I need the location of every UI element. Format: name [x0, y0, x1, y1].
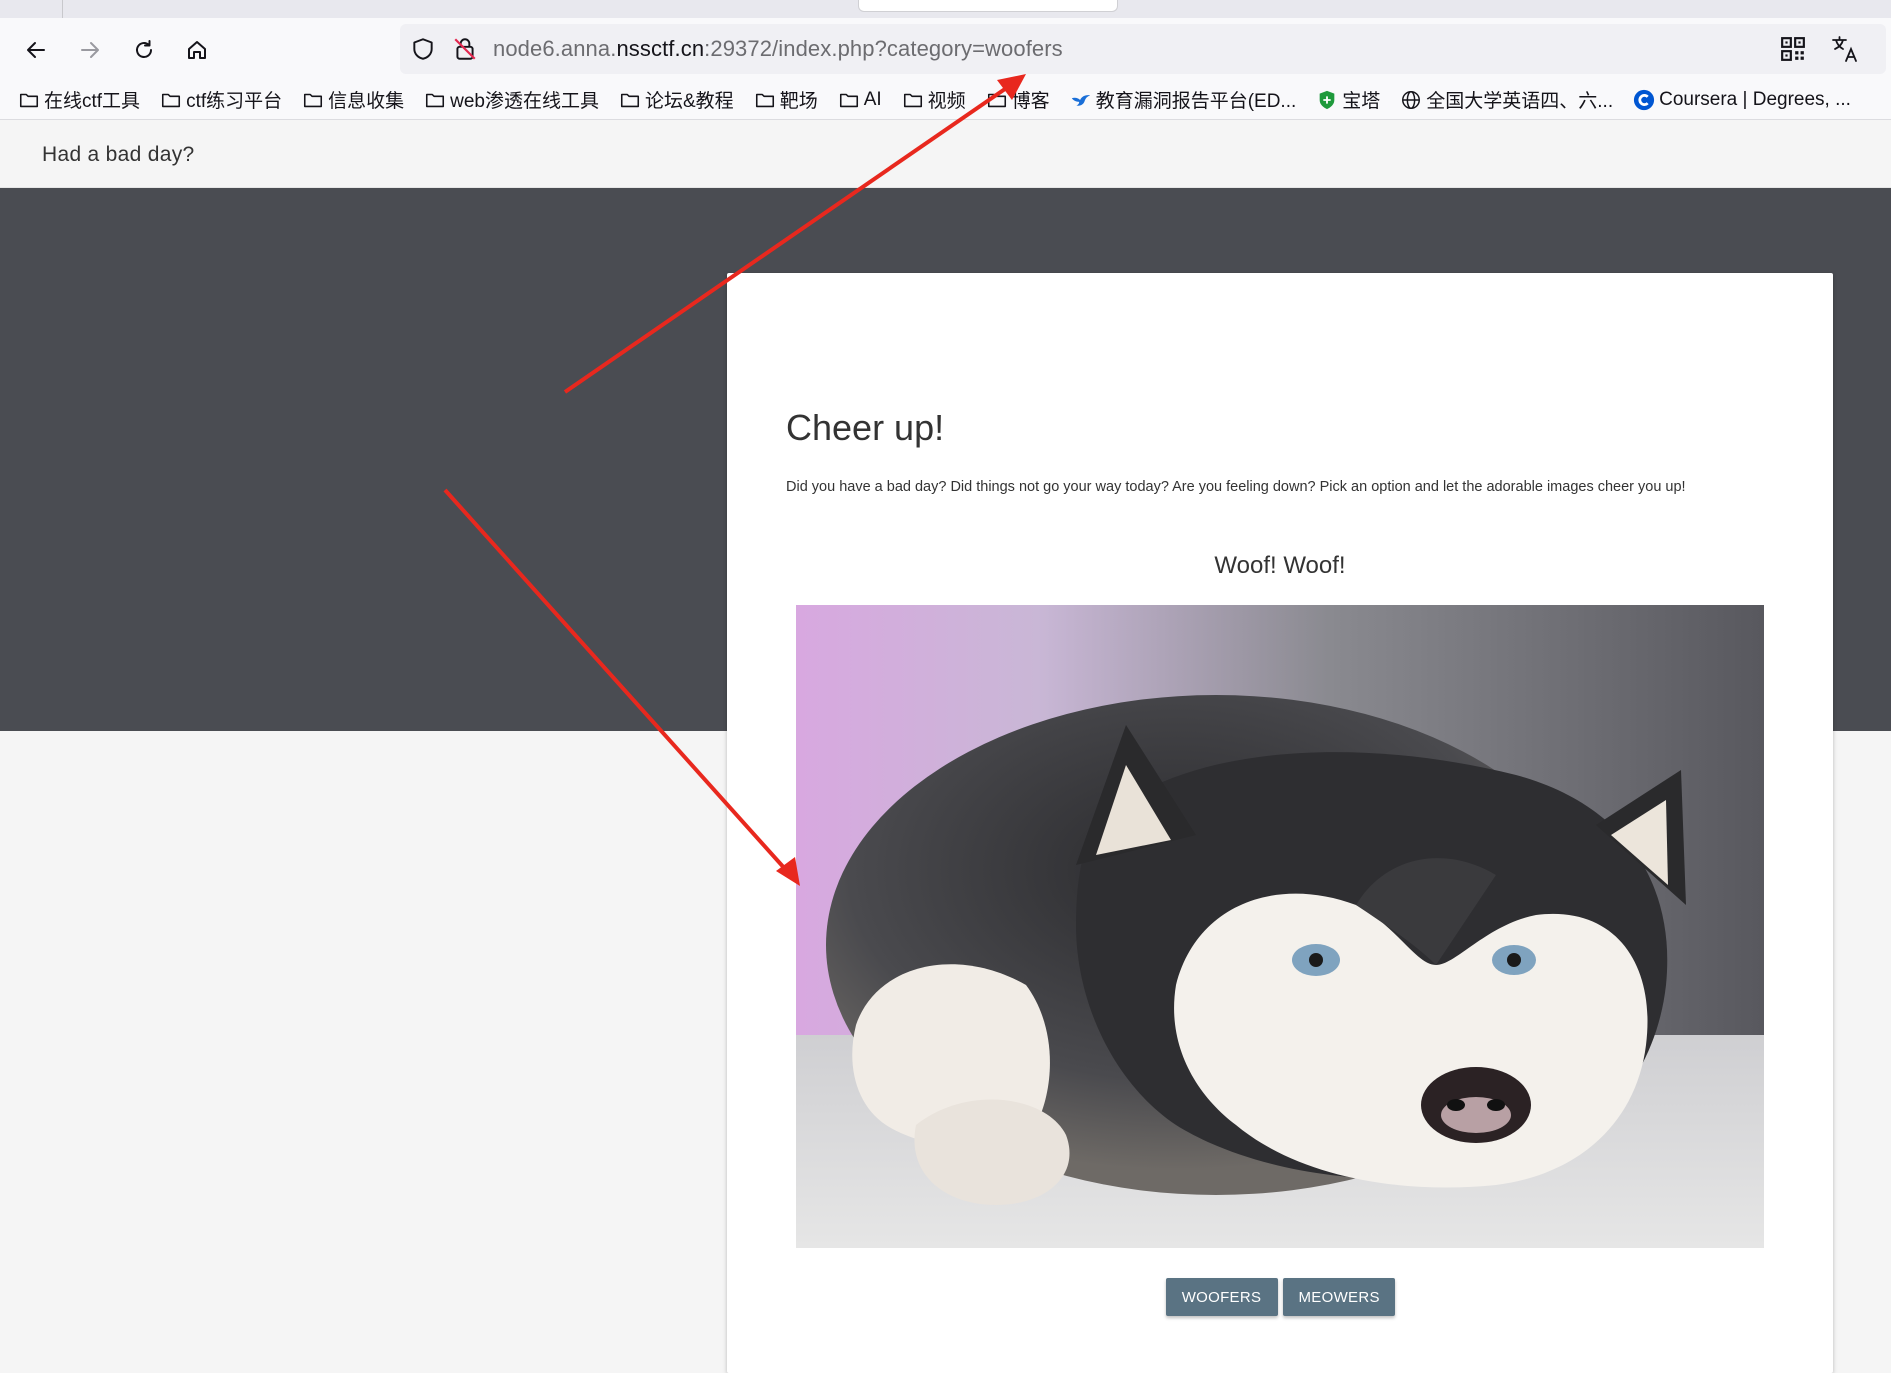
site-header: Had a bad day?	[0, 121, 1891, 188]
bookmark-label: 博客	[1011, 91, 1050, 112]
bookmarks-toolbar: 在线ctf工具 ctf练习平台 信息收集 web渗透在线工具 论坛&教程 靶场 …	[0, 80, 1891, 120]
url-host: nssctf.cn	[616, 36, 705, 61]
forward-button[interactable]	[70, 30, 110, 70]
woofers-button[interactable]: WOOFERS	[1165, 1278, 1278, 1316]
bookmark-label: 论坛&教程	[645, 91, 734, 112]
bookmark-label: 视频	[927, 91, 966, 112]
back-arrow-icon	[27, 42, 45, 58]
folder-icon	[839, 93, 858, 107]
tab-strip	[0, 0, 1891, 18]
active-tab[interactable]	[858, 0, 1118, 12]
husky-dog-photo	[796, 605, 1764, 1248]
folder-icon	[19, 93, 39, 107]
folder-icon	[903, 93, 922, 107]
bookmark-folder[interactable]: 视频	[902, 86, 966, 113]
bookmark-folder[interactable]: 论坛&教程	[619, 86, 734, 113]
bookmark-folder[interactable]: 靶场	[754, 86, 818, 113]
bookmark-folder[interactable]: 信息收集	[302, 86, 404, 113]
image-heading: Woof! Woof!	[1214, 552, 1346, 579]
address-bar[interactable]: node6.anna.nssctf.cn:29372/index.php?cat…	[400, 24, 1886, 74]
bookmark-label: Coursera | Degrees, ...	[1659, 88, 1851, 110]
folder-icon	[162, 93, 181, 107]
bookmark-label: ctf练习平台	[186, 91, 283, 112]
web-page: Had a bad day? Cheer up! Did you have a …	[0, 121, 1891, 1373]
folder-icon	[987, 93, 1006, 107]
bookmark-folder[interactable]: AI	[838, 89, 882, 111]
url-prefix: node6.anna.	[493, 36, 617, 61]
home-icon	[188, 41, 206, 59]
url-suffix: :29372/index.php?category=woofers	[704, 36, 1063, 61]
meowers-button[interactable]: MEOWERS	[1282, 1278, 1395, 1316]
bookmark-label: 教育漏洞报告平台(ED...	[1095, 91, 1297, 112]
back-button[interactable]	[16, 30, 56, 70]
url-text[interactable]: node6.anna.nssctf.cn:29372/index.php?cat…	[493, 36, 1063, 62]
bookmark-folder[interactable]: 在线ctf工具	[18, 86, 140, 113]
insecure-connection-lock-icon[interactable]	[452, 36, 478, 62]
site-title[interactable]: Had a bad day?	[42, 143, 194, 167]
tracking-protection-shield-icon[interactable]	[410, 36, 436, 62]
translate-icon[interactable]	[1830, 34, 1860, 64]
bookmark-folder[interactable]: web渗透在线工具	[424, 86, 599, 113]
category-buttons: WOOFERS MEOWERS	[727, 1278, 1833, 1316]
folder-icon	[426, 93, 445, 107]
folder-icon	[304, 93, 323, 107]
reload-button[interactable]	[124, 30, 164, 70]
content-card: Cheer up! Did you have a bad day? Did th…	[727, 273, 1833, 1373]
bookmark-folder[interactable]: 博客	[986, 86, 1050, 113]
bookmark-link[interactable]: Coursera | Degrees, ...	[1633, 89, 1851, 111]
bookmark-link[interactable]: 宝塔	[1316, 86, 1380, 113]
home-button[interactable]	[177, 30, 217, 70]
bookmark-label: web渗透在线工具	[450, 91, 599, 112]
folder-icon	[755, 93, 774, 107]
bookmark-label: 靶场	[779, 91, 818, 112]
bookmark-label: 信息收集	[328, 91, 405, 112]
shield-icon	[1319, 90, 1335, 109]
bookmark-label: 宝塔	[1342, 91, 1381, 112]
tab-separator	[62, 0, 63, 18]
browser-toolbar: node6.anna.nssctf.cn:29372/index.php?cat…	[0, 18, 1891, 80]
bookmark-link[interactable]: 全国大学英语四、六...	[1400, 86, 1613, 113]
folder-icon	[620, 93, 640, 107]
card-title: Cheer up!	[786, 407, 945, 448]
bookmark-label: 全国大学英语四、六...	[1426, 91, 1614, 112]
forward-arrow-icon	[81, 42, 99, 58]
bookmark-label: AI	[863, 88, 882, 110]
globe-icon	[1402, 90, 1421, 109]
qr-code-icon[interactable]	[1780, 36, 1806, 62]
bookmark-link[interactable]: 教育漏洞报告平台(ED...	[1070, 86, 1297, 113]
bookmark-label: 在线ctf工具	[44, 91, 141, 112]
bird-icon	[1071, 94, 1090, 106]
bookmark-folder[interactable]: ctf练习平台	[160, 86, 282, 113]
reload-icon	[136, 40, 152, 58]
coursera-icon	[1634, 89, 1655, 110]
card-description: Did you have a bad day? Did things not g…	[786, 479, 1686, 495]
